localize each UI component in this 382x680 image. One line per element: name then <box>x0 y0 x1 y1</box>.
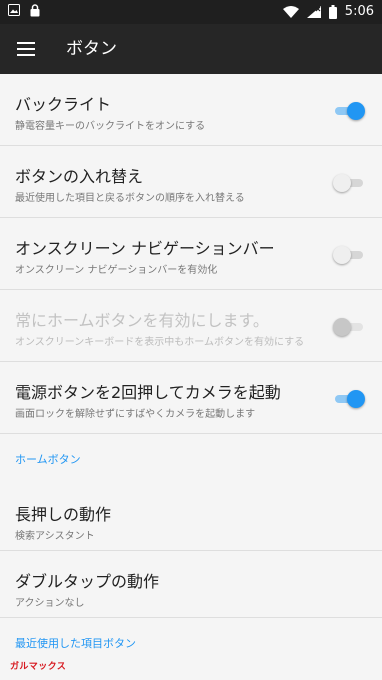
setting-home-always: 常にホームボタンを有効にします。 オンスクリーンキーボードを表示中もホームボタン… <box>0 290 382 362</box>
setting-title: 長押しの動作 <box>15 505 112 524</box>
home-always-toggle <box>333 318 363 336</box>
section-header-recent: 最近使用した項目ボタン <box>0 618 382 662</box>
battery-icon <box>328 5 337 19</box>
setting-title: 常にホームボタンを有効にします。 <box>15 311 269 330</box>
section-label: ホームボタン <box>15 453 81 466</box>
swap-buttons-toggle[interactable] <box>333 174 363 192</box>
settings-list: バックライト 静電容量キーのバックライトをオンにする ボタンの入れ替え 最近使用… <box>0 74 382 662</box>
wifi-icon <box>282 6 299 18</box>
camera-launch-toggle[interactable] <box>335 390 365 408</box>
setting-subtitle: オンスクリーンキーボードを表示中もホームボタンを有効にする <box>15 337 305 348</box>
setting-subtitle: オンスクリーン ナビゲーションバーを有効化 <box>15 265 218 276</box>
status-left-icons <box>8 4 40 17</box>
setting-onscreen-navbar[interactable]: オンスクリーン ナビゲーションバー オンスクリーン ナビゲーションバーを有効化 <box>0 218 382 290</box>
setting-double-tap[interactable]: ダブルタップの動作 アクションなし <box>0 551 382 618</box>
setting-long-press[interactable]: 長押しの動作 検索アシスタント <box>0 484 382 551</box>
setting-subtitle: 最近使用した項目と戻るボタンの順序を入れ替える <box>15 193 245 204</box>
setting-swap-buttons[interactable]: ボタンの入れ替え 最近使用した項目と戻るボタンの順序を入れ替える <box>0 146 382 218</box>
lock-icon <box>30 4 40 17</box>
setting-title: 電源ボタンを2回押してカメラを起動 <box>15 383 281 402</box>
onscreen-navbar-toggle[interactable] <box>333 246 363 264</box>
page-title: ボタン <box>66 39 117 59</box>
setting-camera-launch[interactable]: 電源ボタンを2回押してカメラを起動 画面ロックを解除せずにすばやくカメラを起動し… <box>0 362 382 434</box>
setting-backlight[interactable]: バックライト 静電容量キーのバックライトをオンにする <box>0 74 382 146</box>
backlight-toggle[interactable] <box>335 102 365 120</box>
section-header-home: ホームボタン <box>0 434 382 484</box>
setting-subtitle: 検索アシスタント <box>15 531 95 542</box>
image-icon <box>8 4 20 16</box>
menu-icon[interactable] <box>17 42 35 56</box>
setting-title: ダブルタップの動作 <box>15 572 160 591</box>
setting-title: オンスクリーン ナビゲーションバー <box>15 239 275 258</box>
setting-title: バックライト <box>15 95 112 114</box>
setting-subtitle: アクションなし <box>15 598 85 609</box>
app-bar: ボタン <box>0 24 382 74</box>
setting-title: ボタンの入れ替え <box>15 167 144 186</box>
setting-subtitle: 画面ロックを解除せずにすばやくカメラを起動します <box>15 409 256 420</box>
watermark-logo: ガルマックス <box>10 662 67 672</box>
section-label: 最近使用した項目ボタン <box>15 637 136 650</box>
signal-icon <box>306 6 321 18</box>
status-bar: 5:06 <box>0 0 382 24</box>
status-right-icons: 5:06 <box>282 3 374 21</box>
setting-subtitle: 静電容量キーのバックライトをオンにする <box>15 121 206 132</box>
status-time: 5:06 <box>344 4 374 19</box>
